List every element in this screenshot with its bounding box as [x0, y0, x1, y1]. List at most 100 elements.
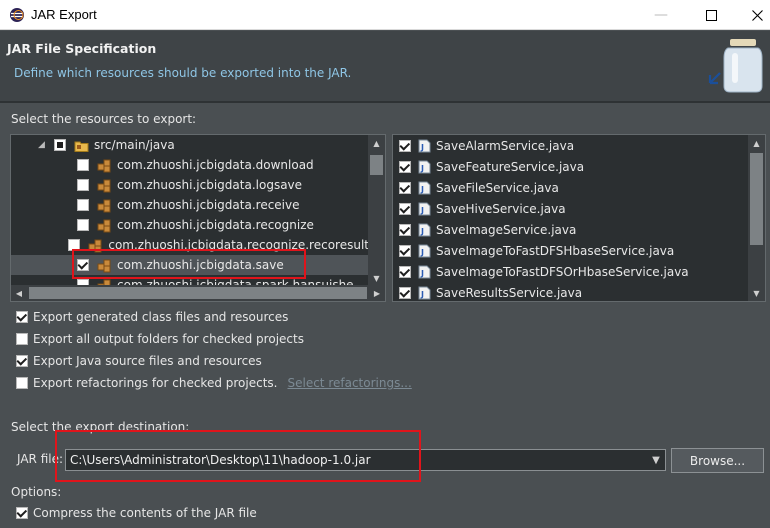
svg-text:J: J [420, 143, 424, 152]
tree-checkbox[interactable] [77, 179, 89, 191]
export-class-files-option[interactable]: Export generated class files and resourc… [16, 310, 288, 324]
tree-row-package[interactable]: com.zhuoshi.jcbigdata.recognize [11, 215, 369, 235]
tree-row-package[interactable]: com.zhuoshi.jcbigdata.recognize.recoresu… [11, 235, 369, 255]
tree-checkbox[interactable] [54, 139, 66, 151]
package-icon [97, 218, 112, 233]
file-checkbox[interactable] [399, 203, 411, 215]
export-refactorings-option[interactable]: Export refactorings for checked projects… [16, 376, 412, 390]
file-checkbox[interactable] [399, 287, 411, 299]
file-checkbox[interactable] [399, 266, 411, 278]
scroll-right-icon[interactable]: ▶ [369, 285, 385, 301]
file-row[interactable]: J SaveImageToFastDFSHbaseService.java [399, 241, 674, 261]
file-checkbox[interactable] [399, 224, 411, 236]
jar-file-value[interactable]: C:\Users\Administrator\Desktop\11\hadoop… [70, 453, 371, 467]
tree-row-package[interactable]: com.zhuoshi.jcbigdata.logsave [11, 175, 369, 195]
svg-text:J: J [420, 227, 424, 236]
tree-checkbox[interactable] [77, 159, 89, 171]
java-file-icon: J [418, 265, 431, 279]
option-checkbox[interactable] [16, 311, 28, 323]
file-checkbox[interactable] [399, 182, 411, 194]
jar-file-combo[interactable]: C:\Users\Administrator\Desktop\11\hadoop… [65, 449, 666, 471]
tree-horizontal-scrollbar[interactable]: ◀ ▶ [11, 285, 385, 301]
file-label: SaveFeatureService.java [436, 160, 585, 174]
option-label: Export refactorings for checked projects… [33, 376, 278, 390]
tree-row-package-selected[interactable]: com.zhuoshi.jcbigdata.save [11, 255, 369, 275]
tree-row-package[interactable]: com.zhuoshi.jcbigdata.download [11, 155, 369, 175]
scroll-down-icon[interactable]: ▼ [748, 285, 765, 301]
file-row[interactable]: J SaveFeatureService.java [399, 157, 584, 177]
file-label: SaveAlarmService.java [436, 139, 575, 153]
resource-tree[interactable]: ◢ src/main/java com.zhuoshi.jcbigdata.do… [10, 134, 386, 302]
scrollbar-thumb[interactable] [750, 153, 763, 245]
tree-checkbox[interactable] [77, 259, 89, 271]
file-label: SaveImageToFastDFSHbaseService.java [436, 244, 675, 258]
package-icon [97, 158, 112, 173]
package-icon [97, 178, 112, 193]
svg-text:J: J [420, 269, 424, 278]
tree-vertical-scrollbar[interactable]: ▲ ▼ [368, 135, 385, 286]
minimize-button[interactable]: — [638, 0, 684, 30]
file-row[interactable]: J SaveAlarmService.java [399, 136, 574, 156]
tree-row-label: com.zhuoshi.jcbigdata.recognize.recoresu… [108, 238, 369, 252]
file-row[interactable]: J SaveHiveService.java [399, 199, 566, 219]
scroll-up-icon[interactable]: ▲ [368, 135, 385, 151]
scrollbar-thumb[interactable] [29, 287, 367, 299]
tree-checkbox[interactable] [77, 219, 89, 231]
tree-row-source-folder[interactable]: ◢ src/main/java [11, 135, 369, 155]
scroll-up-icon[interactable]: ▲ [748, 135, 765, 151]
file-row[interactable]: J SaveResultsService.java [399, 283, 583, 301]
eclipse-icon [9, 7, 25, 23]
svg-text:J: J [420, 206, 424, 215]
resources-label: Select the resources to export: [11, 112, 197, 126]
file-checkbox[interactable] [399, 140, 411, 152]
browse-button[interactable]: Browse... [671, 448, 764, 473]
export-output-folders-option[interactable]: Export all output folders for checked pr… [16, 332, 304, 346]
export-source-files-option[interactable]: Export Java source files and resources [16, 354, 262, 368]
tree-row-label: com.zhuoshi.jcbigdata.logsave [117, 178, 303, 192]
compress-option[interactable]: Compress the contents of the JAR file [16, 506, 257, 520]
tree-checkbox[interactable] [77, 199, 89, 211]
package-icon [97, 198, 112, 213]
java-file-icon: J [418, 244, 431, 258]
option-label: Export all output folders for checked pr… [33, 332, 304, 346]
file-checkbox[interactable] [399, 245, 411, 257]
svg-text:J: J [420, 185, 424, 194]
package-icon [88, 238, 103, 253]
scroll-left-icon[interactable]: ◀ [11, 285, 27, 301]
page-description: Define which resources should be exporte… [14, 66, 352, 80]
option-checkbox[interactable] [16, 507, 28, 519]
option-checkbox[interactable] [16, 377, 28, 389]
java-file-icon: J [418, 286, 431, 300]
scroll-down-icon[interactable]: ▼ [368, 270, 385, 286]
select-refactorings-link[interactable]: Select refactorings... [287, 376, 411, 390]
option-label: Compress the contents of the JAR file [33, 506, 257, 520]
file-checkbox[interactable] [399, 161, 411, 173]
close-button[interactable] [734, 0, 770, 30]
tree-row-package[interactable]: com.zhuoshi.jcbigdata.receive [11, 195, 369, 215]
svg-text:J: J [420, 248, 424, 257]
page-title: JAR File Specification [7, 41, 157, 56]
file-list[interactable]: J SaveAlarmService.java J SaveFeatureSer… [392, 134, 766, 302]
tree-checkbox[interactable] [68, 239, 81, 251]
tree-row-label: com.zhuoshi.jcbigdata.receive [117, 198, 300, 212]
list-vertical-scrollbar[interactable]: ▲ ▼ [748, 135, 765, 301]
collapse-arrow-icon[interactable]: ◢ [38, 140, 46, 150]
file-row[interactable]: J SaveImageToFastDFSOrHbaseService.java [399, 262, 689, 282]
scrollbar-thumb[interactable] [370, 155, 383, 175]
svg-text:J: J [420, 290, 424, 299]
package-icon [97, 258, 112, 273]
tree-row-label: src/main/java [94, 138, 175, 152]
option-checkbox[interactable] [16, 333, 28, 345]
jar-wizard-icon [708, 37, 764, 98]
file-label: SaveResultsService.java [436, 286, 583, 300]
window-title: JAR Export [31, 7, 97, 22]
title-bar: JAR Export — [0, 0, 770, 30]
tree-row-label: com.zhuoshi.jcbigdata.recognize [117, 218, 314, 232]
file-label: SaveImageToFastDFSOrHbaseService.java [436, 265, 689, 279]
file-row[interactable]: J SaveFileService.java [399, 178, 559, 198]
destination-label: Select the export destination: [11, 420, 190, 434]
maximize-button[interactable] [688, 0, 734, 30]
chevron-down-icon[interactable]: ▼ [647, 450, 665, 470]
file-row[interactable]: J SaveImageService.java [399, 220, 576, 240]
option-checkbox[interactable] [16, 355, 28, 367]
